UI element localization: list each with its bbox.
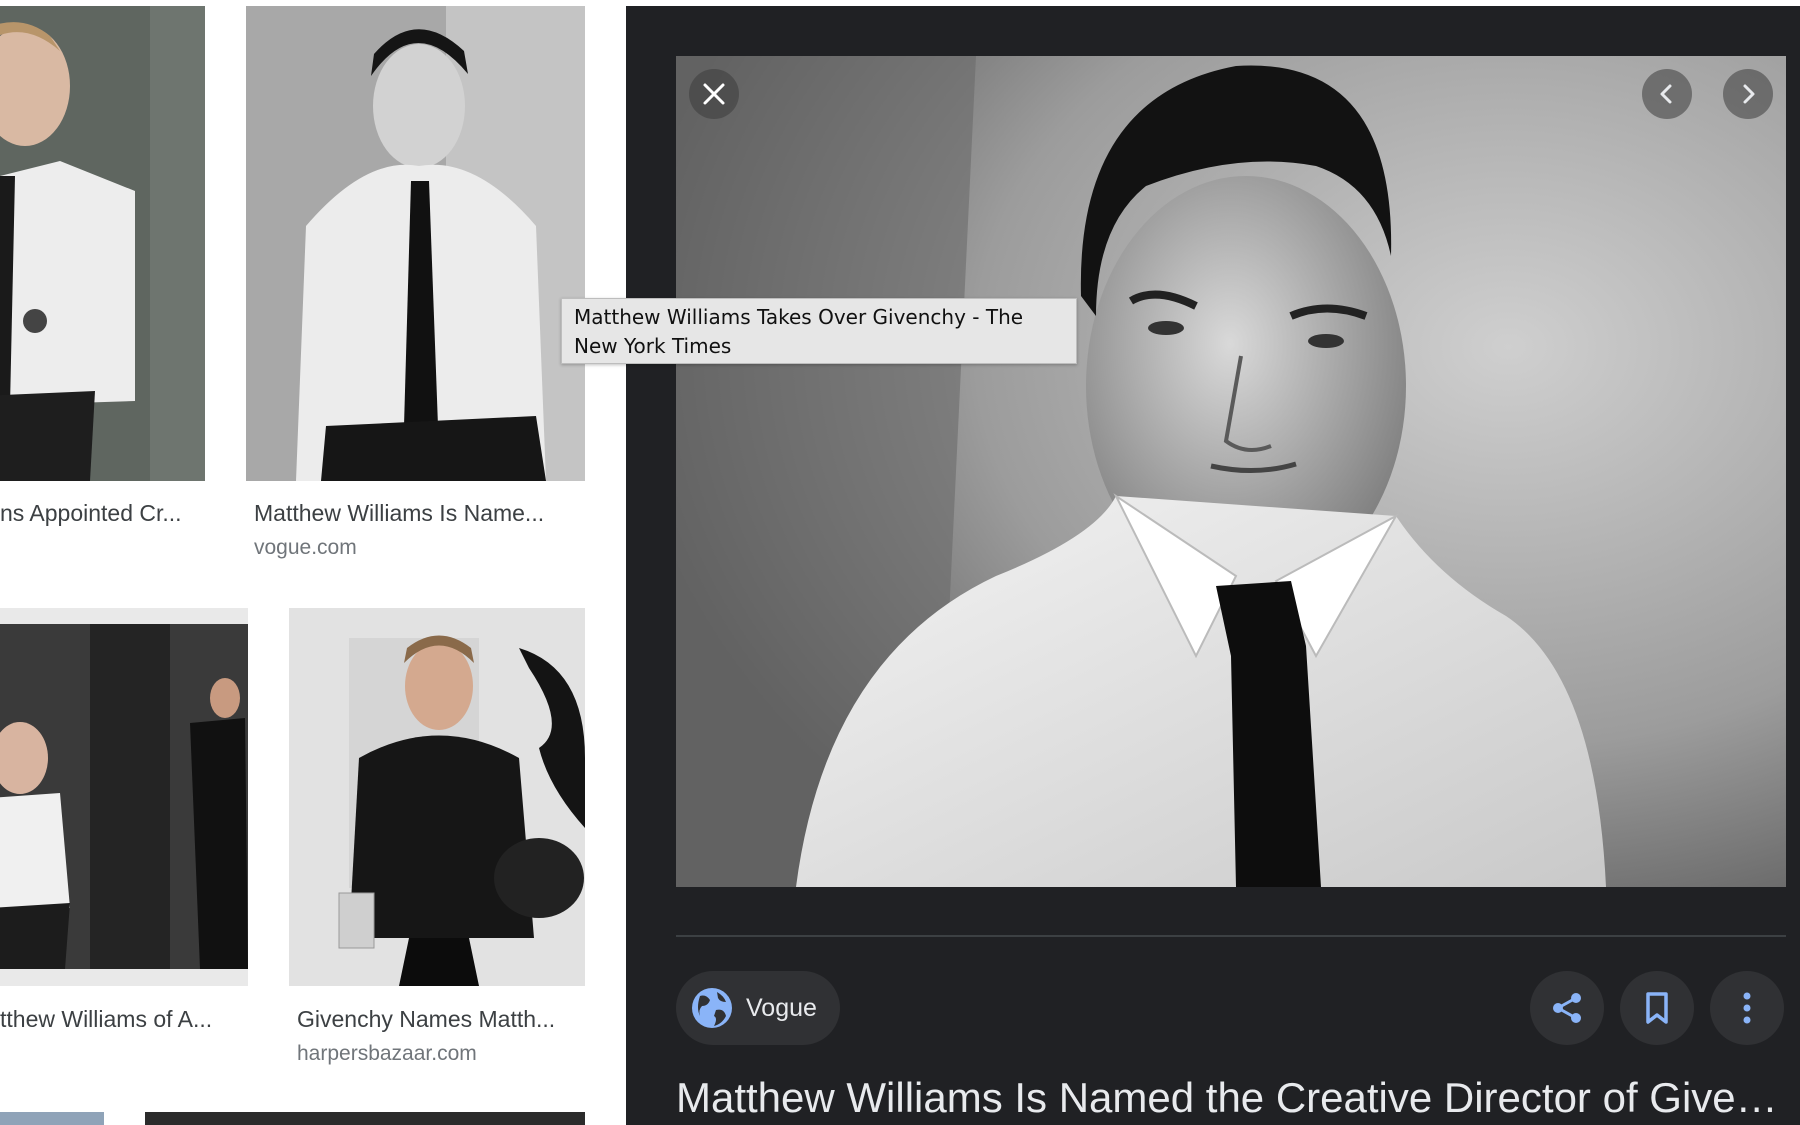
- image-results-grid: ns Appointed Cr... Matthew Williams Is N…: [0, 0, 626, 1125]
- chevron-right-icon: [1743, 84, 1755, 104]
- result-source-2: vogue.com: [254, 536, 357, 559]
- preview-image[interactable]: [676, 56, 1786, 887]
- result-thumbnail-3[interactable]: [0, 608, 248, 986]
- image-preview-panel: Vogue Matthew Williams Is Named the Crea…: [626, 6, 1800, 1125]
- result-image-3: [0, 608, 248, 986]
- hover-tooltip: Matthew Williams Takes Over Givenchy - T…: [561, 298, 1077, 364]
- divider: [676, 935, 1786, 937]
- chevron-left-icon: [1660, 84, 1672, 104]
- globe-icon: [692, 988, 732, 1028]
- next-image-button[interactable]: [1723, 69, 1773, 119]
- result-image-1: [0, 6, 205, 481]
- share-button[interactable]: [1530, 971, 1604, 1045]
- result-thumbnail-6[interactable]: [145, 1112, 585, 1125]
- save-button[interactable]: [1620, 971, 1694, 1045]
- share-icon: [1553, 993, 1581, 1023]
- result-image-4: [289, 608, 585, 986]
- preview-title[interactable]: Matthew Williams Is Named the Creative D…: [676, 1074, 1786, 1122]
- result-title-4[interactable]: Givenchy Names Matth...: [297, 1006, 577, 1033]
- result-thumbnail-1[interactable]: [0, 6, 205, 481]
- result-thumbnail-4[interactable]: [289, 608, 585, 986]
- result-title-2[interactable]: Matthew Williams Is Name...: [254, 500, 574, 527]
- close-button[interactable]: [689, 69, 739, 119]
- previous-image-button[interactable]: [1642, 69, 1692, 119]
- more-vert-icon: [1743, 992, 1751, 1024]
- result-title-3[interactable]: tthew Williams of A...: [0, 1006, 240, 1033]
- close-icon: [703, 83, 725, 105]
- preview-photo: [676, 56, 1786, 887]
- source-label: Vogue: [746, 993, 817, 1022]
- source-chip[interactable]: Vogue: [676, 971, 840, 1045]
- result-source-4: harpersbazaar.com: [297, 1042, 477, 1065]
- more-options-button[interactable]: [1710, 971, 1784, 1045]
- result-thumbnail-2[interactable]: [246, 6, 585, 481]
- bookmark-icon: [1646, 992, 1668, 1024]
- result-image-2: [246, 6, 585, 481]
- result-title-1[interactable]: ns Appointed Cr...: [0, 500, 200, 527]
- result-thumbnail-5[interactable]: [0, 1112, 104, 1125]
